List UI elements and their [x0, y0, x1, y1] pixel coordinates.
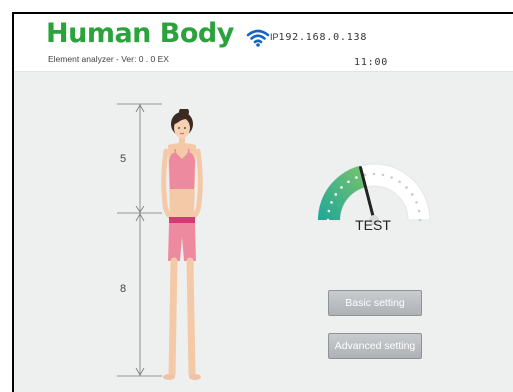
gauge-tick [372, 172, 376, 176]
gauge-tick [415, 201, 418, 204]
test-gauge [317, 163, 431, 225]
gauge-tick [326, 218, 330, 222]
app-title: Human Body [46, 18, 234, 49]
gauge-tick [347, 180, 350, 184]
upper-segment-label: 5 [120, 153, 127, 165]
gauge-tick [381, 173, 385, 177]
gauge-tick [390, 176, 393, 179]
gauge-tick [398, 180, 401, 184]
gauge-tick [340, 186, 343, 189]
app-subtitle: Element analyzer - Ver: 0 . 0 EX [48, 54, 169, 64]
gauge-tick [405, 186, 408, 189]
gauge-tick [410, 193, 414, 196]
gauge-tick [327, 209, 331, 213]
lower-segment-label: 8 [120, 283, 127, 295]
gauge-tick [355, 176, 358, 179]
woman-figure-icon [161, 109, 203, 380]
gauge-label: TEST [355, 217, 391, 233]
gauge-tick [330, 201, 333, 204]
ip-value: 192.168.0.138 [278, 32, 368, 43]
ip-address: IP192.168.0.138 [270, 32, 367, 43]
clock: 11:00 [354, 57, 389, 68]
gauge-tick [418, 218, 422, 222]
basic-setting-button[interactable]: Basic setting [328, 290, 422, 316]
wifi-icon [246, 29, 270, 47]
gauge-tick [417, 209, 421, 213]
app-window: Human Body Element analyzer - Ver: 0 . 0… [12, 12, 513, 392]
advanced-setting-button[interactable]: Advanced setting [328, 333, 422, 359]
header-bar: Human Body Element analyzer - Ver: 0 . 0… [14, 14, 513, 72]
ip-prefix: IP [270, 32, 279, 42]
gauge-tick [334, 193, 338, 196]
